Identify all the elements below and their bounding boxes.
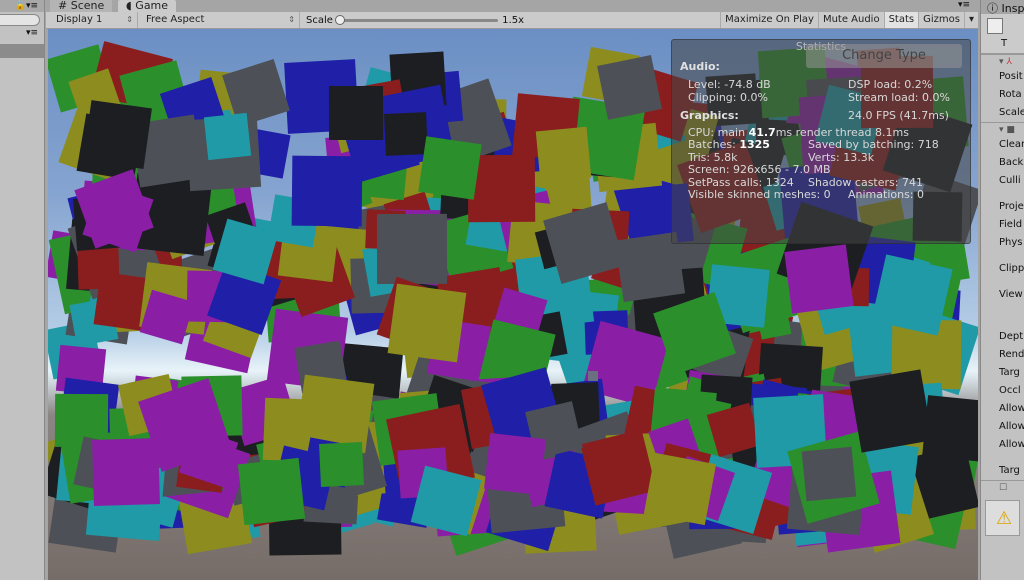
statistics-overlay: Statistics Change Type Audio: Level: -74…: [671, 39, 971, 244]
cube: [319, 442, 365, 488]
inspector-field[interactable]: Scale: [981, 104, 1024, 122]
inspector-field[interactable]: Rend: [981, 346, 1024, 364]
cube: [291, 155, 363, 227]
cube: [536, 126, 592, 182]
component-header[interactable]: ☐: [981, 480, 1024, 494]
game-toolbar: Display 1 ⇕ Free Aspect ⇕ Scale 1.5x Maxim…: [46, 12, 978, 29]
create-menu[interactable]: ▾≡: [0, 28, 44, 42]
graphics-heading: Graphics:: [680, 109, 739, 122]
saved-by-batching: Saved by batching: 718: [808, 138, 939, 151]
center-marker: [588, 371, 598, 381]
warning-icon: ⚠: [985, 500, 1020, 536]
transform-header[interactable]: ▾ ⅄: [981, 54, 1024, 68]
scale-value: 1.5x: [502, 14, 524, 26]
scale-thumb[interactable]: [334, 14, 345, 25]
cube: [801, 446, 857, 502]
cube: [597, 54, 663, 120]
tab-scene[interactable]: # Scene: [50, 0, 113, 12]
grid-icon: #: [58, 0, 68, 12]
animations: Animations: 0: [848, 188, 925, 201]
clipping: Clipping: 0.0%: [688, 90, 768, 104]
aspect-select[interactable]: Free Aspect ⇕: [142, 12, 300, 28]
tab-label: Game: [135, 0, 169, 12]
camera-header[interactable]: ▾ ■: [981, 122, 1024, 136]
inspector-panel: ⓘ Insp T ▾ ⅄ Posit Rota Scale ▾ ■ Clear Bac…: [980, 0, 1024, 580]
inspector-field[interactable]: Allow: [981, 436, 1024, 454]
hierarchy-panel: 🔒▾≡ ▾≡: [0, 0, 45, 580]
cube: [377, 213, 448, 284]
inspector-field[interactable]: Clipp: [981, 260, 1024, 278]
batches: Batches: 1325: [688, 138, 770, 151]
cube: [77, 247, 120, 290]
dsp-load: DSP load: 0.2%: [848, 78, 933, 91]
gizmos-button[interactable]: Gizmos: [918, 12, 964, 28]
fps: 24.0 FPS (41.7ms): [848, 109, 949, 122]
display-select[interactable]: Display 1 ⇕: [52, 12, 138, 28]
scale-label: Scale: [306, 14, 333, 26]
cube: [328, 86, 383, 141]
inspector-field[interactable]: Culli: [981, 172, 1024, 190]
cube: [203, 112, 252, 160]
inspector-field[interactable]: Allow: [981, 418, 1024, 436]
stats-button[interactable]: Stats: [883, 12, 919, 28]
screen-stat: Screen: 926x656 - 7.0 MB: [688, 163, 831, 176]
selected-row[interactable]: [0, 44, 44, 58]
inspector-field[interactable]: Phys: [981, 234, 1024, 252]
inspector-field[interactable]: View: [981, 286, 1024, 320]
inspector-field[interactable]: Targ: [981, 462, 1024, 480]
tab-options-icon[interactable]: ▾≡: [958, 0, 970, 10]
inspector-field[interactable]: Dept: [981, 328, 1024, 346]
cube: [643, 452, 716, 525]
cube: [387, 283, 467, 362]
cube: [92, 437, 161, 506]
cube: [76, 113, 144, 182]
cube: [237, 458, 306, 526]
cube: [849, 369, 933, 453]
inspector-field[interactable]: Clear: [981, 136, 1024, 154]
cube: [483, 432, 546, 495]
tab-game[interactable]: ◖ Game: [118, 0, 177, 12]
stream-load: Stream load: 0.0%: [848, 90, 950, 104]
cube: [871, 254, 953, 336]
inspector-field[interactable]: Posit: [981, 68, 1024, 86]
tab-inspector[interactable]: ⓘ Insp: [981, 0, 1024, 15]
tab-bar: # Scene ◖ Game ▾≡: [46, 0, 978, 12]
maximize-on-play-button[interactable]: Maximize On Play: [720, 12, 818, 28]
cube: [784, 244, 855, 315]
cube: [384, 111, 429, 156]
inspector-field[interactable]: Rota: [981, 86, 1024, 104]
mute-audio-button[interactable]: Mute Audio: [817, 12, 884, 28]
inspector-field[interactable]: Back: [981, 154, 1024, 172]
scale-slider[interactable]: Scale 1.5x: [300, 14, 530, 26]
inspector-field[interactable]: Targ: [981, 364, 1024, 382]
tab-label: Scene: [70, 0, 105, 12]
cube-icon: [987, 18, 1003, 34]
audio-level: Level: -74.8 dB: [688, 78, 771, 91]
inspector-field[interactable]: Proje: [981, 198, 1024, 216]
hierarchy-search[interactable]: [0, 14, 40, 26]
change-type-button[interactable]: Change Type: [806, 44, 962, 68]
gizmos-dropdown[interactable]: ▾: [963, 12, 978, 28]
pac-man-icon: ◖: [126, 0, 132, 12]
game-viewport[interactable]: Statistics Change Type Audio: Level: -74…: [48, 29, 978, 580]
skinned-meshes: Visible skinned meshes: 0: [688, 188, 831, 201]
cube: [418, 136, 482, 200]
lock-icon[interactable]: 🔒▾≡: [0, 0, 44, 12]
transform-icon: ⅄: [1006, 57, 1012, 67]
inspector-field[interactable]: Allow: [981, 400, 1024, 418]
object-header: T: [981, 14, 1024, 54]
inspector-field[interactable]: Occl: [981, 382, 1024, 400]
camera-icon: ■: [1006, 125, 1015, 135]
inspector-field[interactable]: Field: [981, 216, 1024, 234]
